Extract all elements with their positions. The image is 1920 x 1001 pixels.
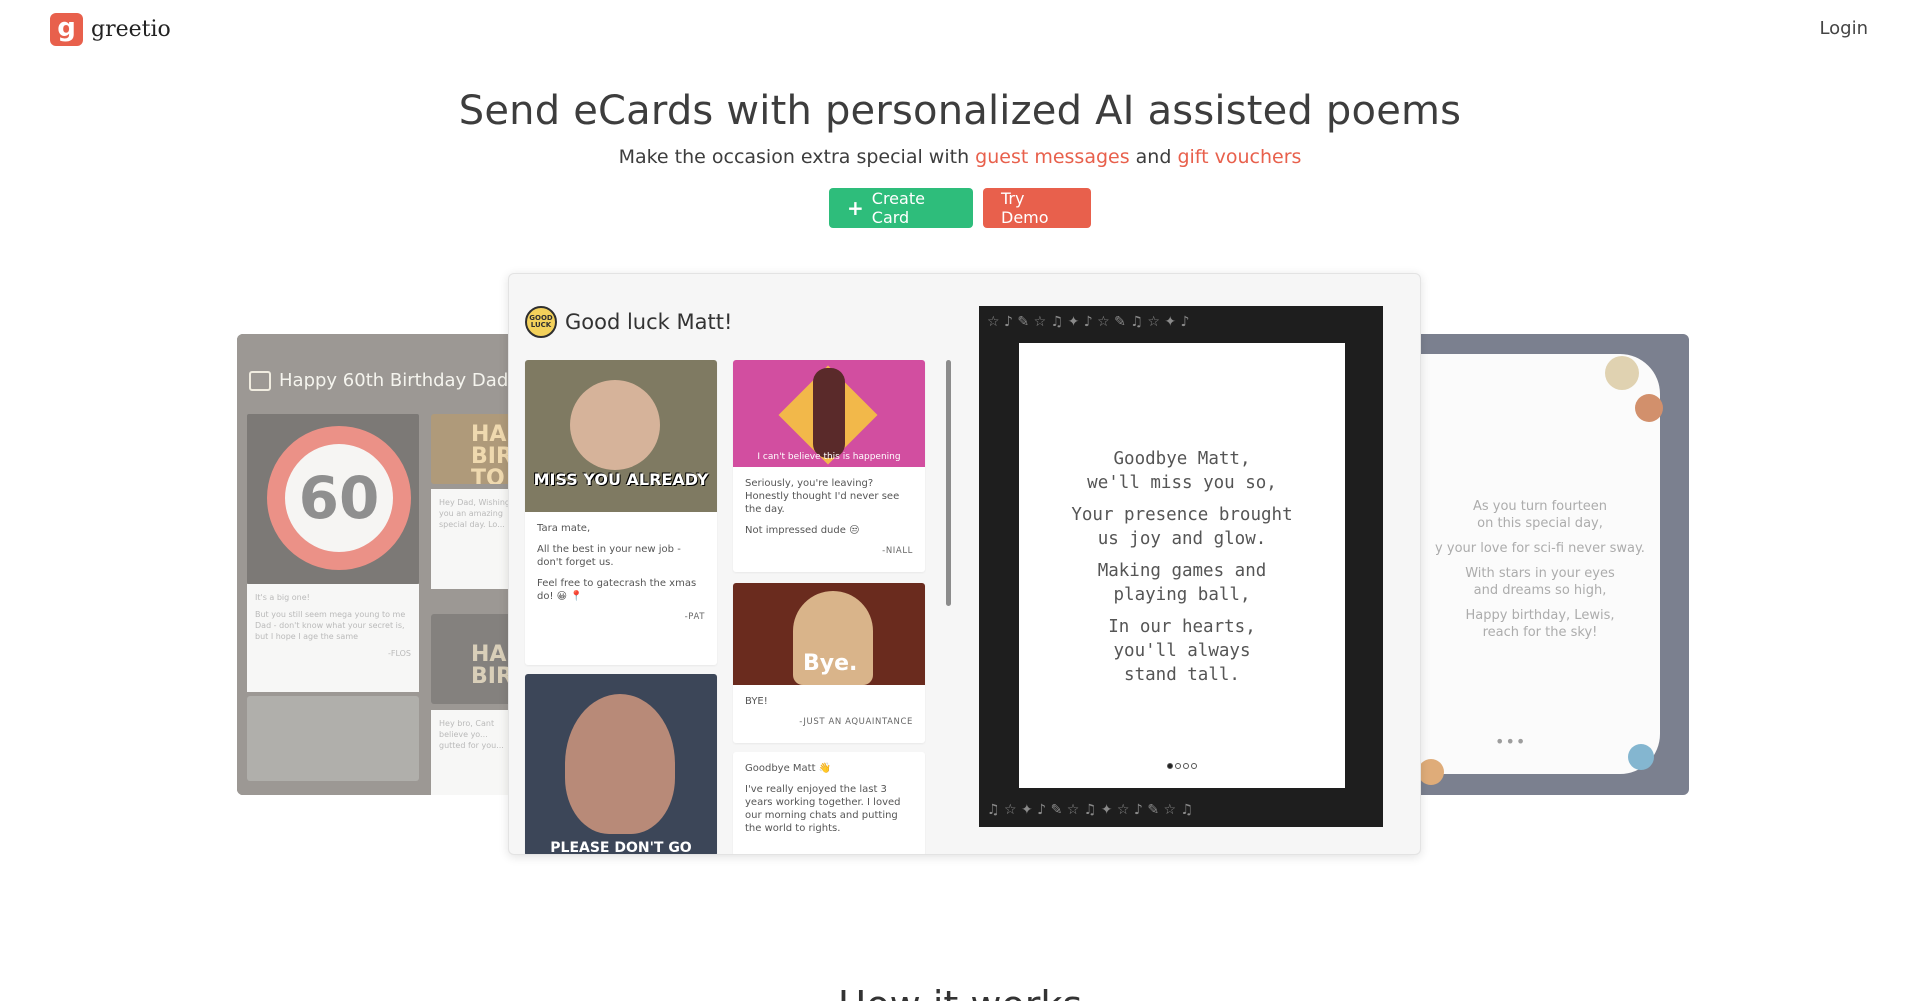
gif-caption: MISS YOU ALREADY (533, 470, 709, 489)
message-line: BYE! (745, 696, 768, 707)
message-line: Feel free to gatecrash the xmas do! 😀 📍 (537, 578, 697, 602)
how-it-works-heading: How it works (0, 983, 1920, 1001)
create-card-label: Create Card (871, 189, 925, 227)
plus-icon: + (847, 196, 864, 220)
doodle-icon: ☆ ♪ ✎ ☆ ♫ ✦ ♪ ☆ ✎ ♫ ☆ ✦ ♪ (987, 314, 1190, 330)
gif-person (813, 368, 845, 458)
message-line: Not impressed dude 😒 (745, 525, 860, 536)
gif-image: MISS YOU ALREADY (525, 360, 717, 512)
guest-messages-link[interactable]: guest messages (975, 146, 1129, 168)
login-link[interactable]: Login (1819, 18, 1868, 39)
good-luck-badge-icon: GOOD LUCK (525, 306, 557, 338)
subtitle-prefix: Make the occasion extra special with (618, 146, 976, 168)
carousel-card-left[interactable]: Happy 60th Birthday Dad! 60 It's a big o… (237, 334, 519, 795)
message-card[interactable]: I can't believe this is happening Seriou… (733, 360, 925, 572)
gif-caption: PLEASE DON'T GO (550, 840, 692, 855)
poem-text: Goodbye Matt, we'll miss you so, Your pr… (1019, 447, 1345, 695)
logo-text: greetio (91, 17, 171, 42)
logo-icon: g (50, 13, 83, 46)
message-signature: -JUST AN AQUAINTANCE (799, 717, 913, 727)
subtitle-middle: and (1129, 146, 1178, 168)
gif-face (565, 694, 675, 834)
hero-title: Send eCards with personalized AI assiste… (458, 88, 1462, 134)
top-nav: g greetio Login (0, 0, 1920, 60)
message-body: Goodbye Matt 👋 I've really enjoyed the l… (733, 752, 925, 853)
gif-image: I can't believe this is happening (733, 360, 925, 467)
card-header: GOOD LUCK Good luck Matt! (525, 306, 732, 338)
message-body: Seriously, you're leaving? Honestly thou… (733, 467, 925, 568)
gif-face (570, 380, 660, 470)
message-line: Goodbye Matt 👋 (745, 763, 832, 774)
dim-overlay (1410, 334, 1689, 795)
card-title: Good luck Matt! (565, 310, 733, 334)
create-card-button[interactable]: + Create Card (829, 188, 973, 228)
poem-stanza: Goodbye Matt, we'll miss you so, (1087, 449, 1277, 493)
carousel-card-main[interactable]: GOOD LUCK Good luck Matt! MISS YOU ALREA… (508, 273, 1421, 855)
message-line: Seriously, you're leaving? Honestly thou… (745, 478, 900, 515)
message-card[interactable]: MISS YOU ALREADY Tara mate, All the best… (525, 360, 717, 665)
poem-frame: ☆ ♪ ✎ ☆ ♫ ✦ ♪ ☆ ✎ ♫ ☆ ✦ ♪ ♫ ☆ ✦ ♪ ✎ ☆ ♫ … (979, 306, 1383, 827)
message-card[interactable]: Bye. BYE! -JUST AN AQUAINTANCE (733, 583, 925, 743)
carousel-card-right[interactable]: As you turn fourteen on this special day… (1410, 334, 1689, 795)
poem-stanza: In our hearts, you'll always stand tall. (1108, 617, 1256, 685)
logo[interactable]: g greetio (50, 13, 171, 46)
message-signature: -NIALL (882, 546, 913, 556)
poem-stanza: Making games and playing ball, (1097, 561, 1267, 605)
gif-caption: Bye. (803, 651, 858, 676)
poem-stanza: Your presence brought us joy and glow. (1071, 505, 1293, 549)
scrollbar[interactable] (946, 360, 951, 606)
message-body: Tara mate, All the best in your new job … (525, 512, 717, 634)
message-line: Tara mate, (537, 523, 591, 534)
poem-page: Goodbye Matt, we'll miss you so, Your pr… (1019, 343, 1345, 788)
page-dot[interactable] (1191, 763, 1197, 769)
page-dot[interactable] (1167, 763, 1173, 769)
message-card[interactable]: PLEASE DON'T GO (525, 674, 717, 855)
message-line: All the best in your new job - don't for… (537, 544, 681, 568)
page-dots (1167, 763, 1197, 769)
page-dot[interactable] (1183, 763, 1189, 769)
gif-caption: I can't believe this is happening (757, 452, 901, 462)
hero-subtitle: Make the occasion extra special with gue… (0, 146, 1920, 168)
page-dot[interactable] (1175, 763, 1181, 769)
dim-overlay (237, 334, 519, 795)
gift-vouchers-link[interactable]: gift vouchers (1177, 146, 1301, 168)
message-body: BYE! -JUST AN AQUAINTANCE (733, 685, 925, 739)
gif-image: Bye. (733, 583, 925, 685)
message-line: I've really enjoyed the last 3 years wor… (745, 784, 901, 834)
cta-row: + Create Card Try Demo (0, 188, 1920, 228)
try-demo-button[interactable]: Try Demo (983, 188, 1091, 228)
doodle-icon: ♫ ☆ ✦ ♪ ✎ ☆ ♫ ✦ ☆ ♪ ✎ ☆ ♫ (987, 802, 1194, 818)
message-signature: -PAT (684, 612, 705, 622)
message-card[interactable]: Goodbye Matt 👋 I've really enjoyed the l… (733, 752, 925, 854)
